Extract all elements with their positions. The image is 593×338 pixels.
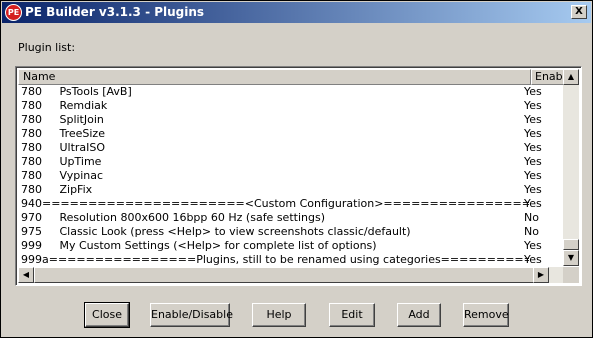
- plugin-enabled-cell: Yes: [524, 127, 542, 140]
- plugin-name-cell: 780 Remdiak: [21, 99, 108, 112]
- plugin-enabled-cell: No: [524, 225, 539, 238]
- table-row[interactable]: 780 SplitJoin Yes: [18, 113, 565, 127]
- edit-button[interactable]: Edit: [329, 303, 375, 327]
- horizontal-scroll-thumb[interactable]: [34, 267, 534, 283]
- plugin-name-cell: 780 Vypinac: [21, 169, 104, 182]
- plugin-enabled-cell: Yes: [524, 197, 542, 210]
- list-header: Name Enabled: [18, 69, 579, 85]
- table-row[interactable]: 780 UpTime Yes: [18, 155, 565, 169]
- horizontal-scrollbar[interactable]: ◀ ▶: [18, 267, 565, 283]
- table-row[interactable]: 940======================<Custom Configu…: [18, 197, 565, 211]
- plugin-enabled-cell: Yes: [524, 253, 542, 266]
- plugin-enabled-cell: Yes: [524, 155, 542, 168]
- vertical-scroll-thumb[interactable]: [563, 239, 579, 250]
- close-window-button[interactable]: X: [571, 5, 587, 19]
- plugin-enabled-cell: Yes: [524, 141, 542, 154]
- table-row[interactable]: 780 PsTools [AvB] Yes: [18, 85, 565, 99]
- plugin-name-cell: 780 UpTime: [21, 155, 102, 168]
- plugin-name-cell: 780 PsTools [AvB]: [21, 85, 132, 98]
- plugin-name-cell: 780 TreeSize: [21, 127, 105, 140]
- plugin-name-cell: 780 SplitJoin: [21, 113, 104, 126]
- plugin-name-cell: 999 My Custom Settings (<Help> for compl…: [21, 239, 377, 252]
- column-header-name[interactable]: Name: [18, 69, 531, 85]
- plugin-list-label: Plugin list:: [18, 41, 76, 54]
- scroll-left-button[interactable]: ◀: [18, 267, 34, 283]
- plugin-enabled-cell: Yes: [524, 183, 542, 196]
- table-row[interactable]: 780 ZipFix Yes: [18, 183, 565, 197]
- plugin-enabled-cell: Yes: [524, 239, 542, 252]
- scroll-up-button[interactable]: ▲: [563, 69, 579, 85]
- plugin-name-cell: 970 Resolution 800x600 16bpp 60 Hz (safe…: [21, 211, 325, 224]
- table-row[interactable]: 970 Resolution 800x600 16bpp 60 Hz (safe…: [18, 211, 565, 225]
- table-row[interactable]: 780 Vypinac Yes: [18, 169, 565, 183]
- plugin-enabled-cell: Yes: [524, 85, 542, 98]
- table-row[interactable]: 780 Remdiak Yes: [18, 99, 565, 113]
- window-title: PE Builder v3.1.3 - Plugins: [25, 5, 205, 19]
- help-button[interactable]: Help: [252, 303, 306, 327]
- table-row[interactable]: 780 TreeSize Yes: [18, 127, 565, 141]
- plugin-name-cell: 940======================<Custom Configu…: [21, 197, 529, 210]
- table-row[interactable]: 780 UltraISO Yes: [18, 141, 565, 155]
- plugin-enabled-cell: Yes: [524, 99, 542, 112]
- plugin-list[interactable]: Name Enabled 780 PsTools [AvB] Yes 780 Rem…: [15, 66, 582, 286]
- plugin-name-cell: 780 UltraISO: [21, 141, 106, 154]
- plugin-enabled-cell: Yes: [524, 169, 542, 182]
- plugin-name-cell: 780 ZipFix: [21, 183, 93, 196]
- column-header-enabled[interactable]: Enabled: [531, 69, 579, 85]
- add-button[interactable]: Add: [397, 303, 441, 327]
- title-bar[interactable]: PE PE Builder v3.1.3 - Plugins X: [2, 2, 591, 23]
- table-row[interactable]: 999a================Plugins, still to be…: [18, 253, 565, 266]
- plugin-enabled-cell: No: [524, 211, 539, 224]
- table-row[interactable]: 999 My Custom Settings (<Help> for compl…: [18, 239, 565, 253]
- table-row[interactable]: 975 Classic Look (press <Help> to view s…: [18, 225, 565, 239]
- vertical-scrollbar[interactable]: ▲ ▼: [563, 69, 579, 266]
- enable-disable-button[interactable]: Enable/Disable: [150, 303, 233, 327]
- scroll-right-button[interactable]: ▶: [533, 267, 549, 283]
- plugin-rows: 780 PsTools [AvB] Yes 780 Remdiak Yes 780 Sp…: [18, 85, 565, 266]
- plugin-enabled-cell: Yes: [524, 113, 542, 126]
- remove-button[interactable]: Remove: [463, 303, 509, 327]
- scrollbar-corner: [563, 267, 579, 283]
- plugin-name-cell: 975 Classic Look (press <Help> to view s…: [21, 225, 411, 238]
- scroll-down-button[interactable]: ▼: [563, 250, 579, 266]
- pe-builder-app-icon: PE: [5, 4, 22, 21]
- plugins-dialog: PE PE Builder v3.1.3 - Plugins X Plugin …: [0, 0, 593, 338]
- plugin-name-cell: 999a================Plugins, still to be…: [21, 253, 529, 266]
- close-button[interactable]: Close: [84, 302, 130, 328]
